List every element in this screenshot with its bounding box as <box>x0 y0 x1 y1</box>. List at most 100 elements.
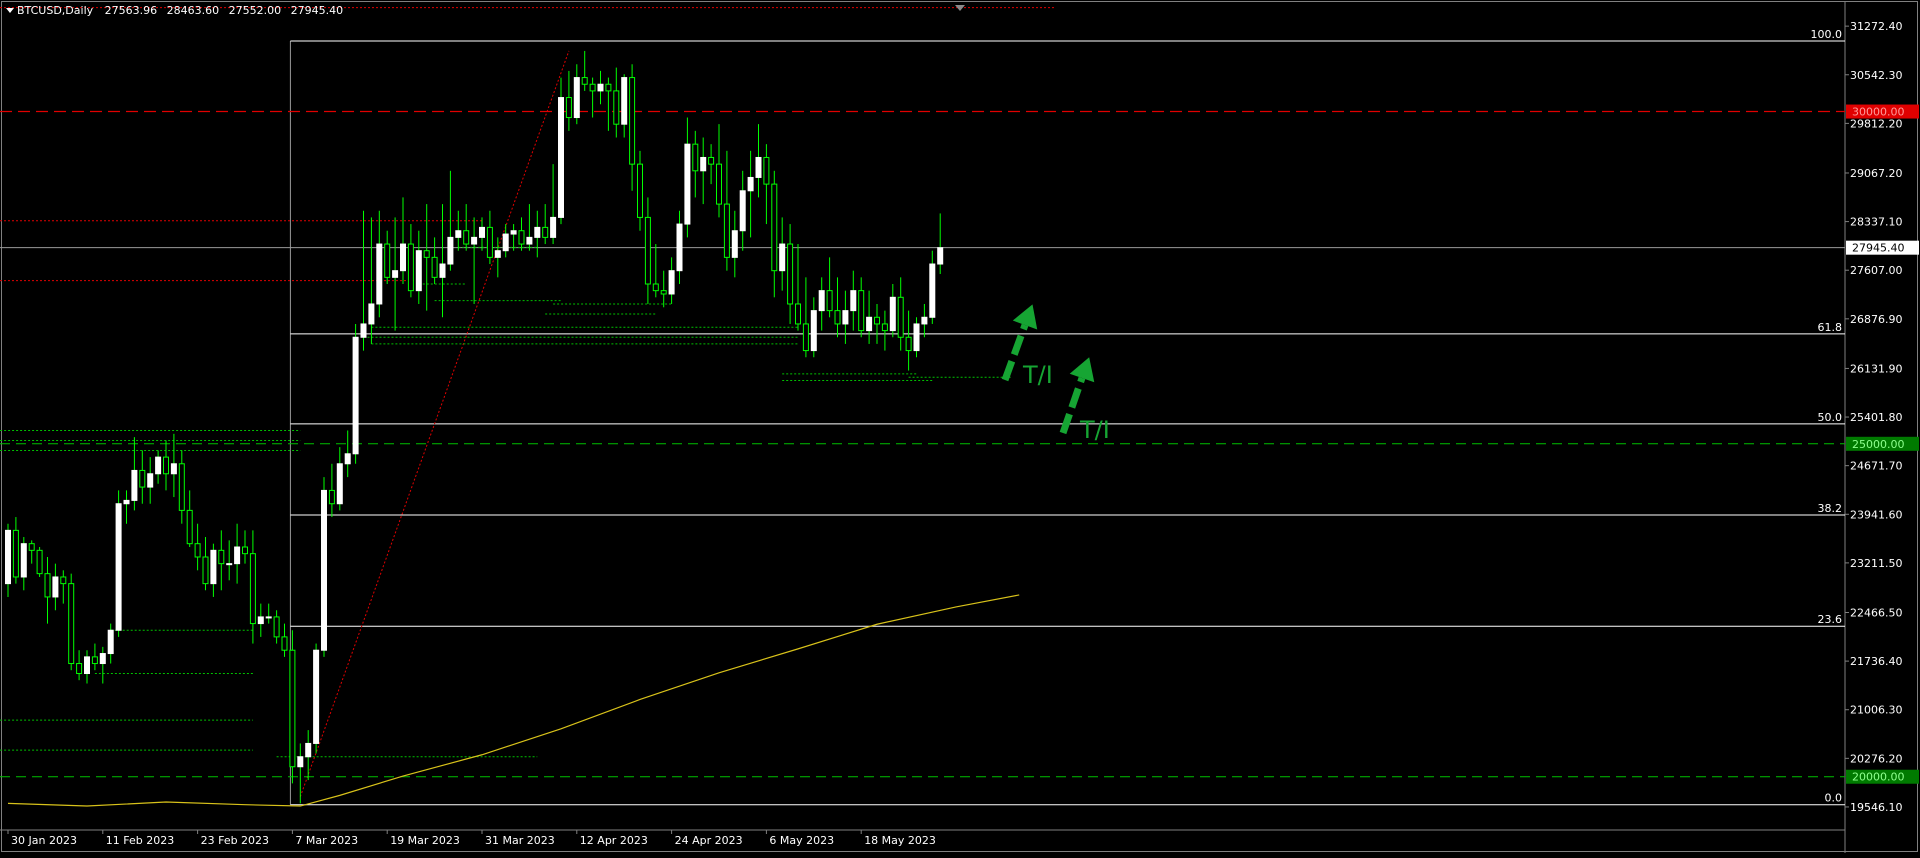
candle[interactable] <box>874 316 880 325</box>
candle[interactable] <box>352 336 359 455</box>
candle[interactable] <box>763 156 770 185</box>
candle[interactable] <box>652 283 659 292</box>
candle[interactable] <box>178 463 185 511</box>
candle[interactable] <box>913 323 920 352</box>
candle[interactable] <box>897 296 904 338</box>
candle[interactable] <box>905 336 912 352</box>
candle[interactable] <box>384 243 391 278</box>
candle[interactable] <box>5 529 11 585</box>
candle[interactable] <box>597 83 604 92</box>
candle[interactable] <box>170 463 177 475</box>
candle[interactable] <box>289 649 296 768</box>
candle[interactable] <box>423 250 430 258</box>
candle[interactable] <box>739 190 746 232</box>
candle[interactable] <box>747 176 754 192</box>
candle[interactable] <box>668 270 675 295</box>
candle[interactable] <box>463 230 470 245</box>
candle[interactable] <box>660 290 667 295</box>
candle[interactable] <box>115 503 122 631</box>
trend-annotation[interactable]: T/I <box>1079 416 1110 444</box>
candle[interactable] <box>486 226 493 258</box>
candle[interactable] <box>779 243 786 272</box>
candle[interactable] <box>787 243 794 305</box>
candle[interactable] <box>147 473 154 488</box>
candle[interactable] <box>249 553 256 625</box>
candle[interactable] <box>273 616 280 638</box>
candle[interactable] <box>526 236 533 245</box>
candle[interactable] <box>281 636 288 651</box>
candle[interactable] <box>850 290 857 312</box>
candle[interactable] <box>400 243 406 272</box>
candle[interactable] <box>321 489 327 651</box>
candle[interactable] <box>881 323 888 332</box>
candle[interactable] <box>573 77 580 119</box>
candle[interactable] <box>242 546 248 555</box>
candle[interactable] <box>858 290 865 332</box>
candle[interactable] <box>265 616 272 619</box>
candle[interactable] <box>139 469 146 488</box>
candle[interactable] <box>731 230 738 258</box>
candle[interactable] <box>842 310 849 325</box>
candle[interactable] <box>558 97 564 218</box>
candle[interactable] <box>723 203 730 258</box>
candle[interactable] <box>84 656 90 675</box>
candle[interactable] <box>502 233 509 252</box>
candle[interactable] <box>328 489 335 505</box>
candle[interactable] <box>581 77 588 85</box>
candle[interactable] <box>810 310 817 352</box>
candle[interactable] <box>644 216 651 285</box>
candle[interactable] <box>771 183 778 272</box>
candle[interactable] <box>565 97 572 119</box>
candle[interactable] <box>605 83 612 92</box>
candle[interactable] <box>12 529 19 578</box>
candle[interactable] <box>542 226 549 238</box>
candle[interactable] <box>802 323 809 352</box>
candle[interactable] <box>336 463 343 505</box>
candle[interactable] <box>921 316 928 325</box>
candle[interactable] <box>795 303 801 325</box>
candle[interactable] <box>471 236 478 245</box>
chart-menu-icon[interactable] <box>6 8 14 13</box>
candle[interactable] <box>44 573 51 598</box>
candle[interactable] <box>550 216 557 238</box>
candle[interactable] <box>447 236 454 265</box>
candle[interactable] <box>155 456 162 475</box>
candle[interactable] <box>637 163 643 218</box>
candle[interactable] <box>68 583 75 665</box>
candle[interactable] <box>518 230 525 245</box>
candle[interactable] <box>755 156 762 178</box>
candle[interactable] <box>91 656 98 665</box>
candle[interactable] <box>392 270 399 278</box>
candle[interactable] <box>534 226 541 238</box>
candle[interactable] <box>708 156 715 165</box>
candle[interactable] <box>826 290 833 312</box>
candle[interactable] <box>20 543 27 578</box>
candle[interactable] <box>36 549 43 575</box>
candle[interactable] <box>510 230 517 235</box>
candle[interactable] <box>621 77 628 125</box>
candle[interactable] <box>99 653 106 665</box>
candle[interactable] <box>28 543 35 551</box>
candle[interactable] <box>163 456 169 475</box>
candle[interactable] <box>407 243 414 292</box>
candle[interactable] <box>937 247 944 265</box>
candle[interactable] <box>479 226 485 238</box>
candle[interactable] <box>613 90 620 125</box>
candle[interactable] <box>194 543 201 558</box>
candle[interactable] <box>676 223 683 272</box>
candle[interactable] <box>297 756 304 768</box>
candle[interactable] <box>700 156 707 172</box>
candle[interactable] <box>439 263 446 278</box>
candle[interactable] <box>866 316 873 332</box>
candle[interactable] <box>368 303 375 325</box>
candle[interactable] <box>929 263 936 318</box>
candle[interactable] <box>186 509 193 545</box>
candle[interactable] <box>376 243 383 305</box>
candle[interactable] <box>818 290 825 312</box>
price-chart[interactable]: 100.0 61.8 50.0 38.2 23.6 0.0 T/I T/I 31272.40… <box>0 0 1920 854</box>
candle[interactable] <box>889 296 896 332</box>
trend-annotation[interactable]: T/I <box>1022 361 1053 389</box>
candle[interactable] <box>107 629 114 655</box>
candle[interactable] <box>684 143 691 225</box>
candle[interactable] <box>52 576 59 598</box>
